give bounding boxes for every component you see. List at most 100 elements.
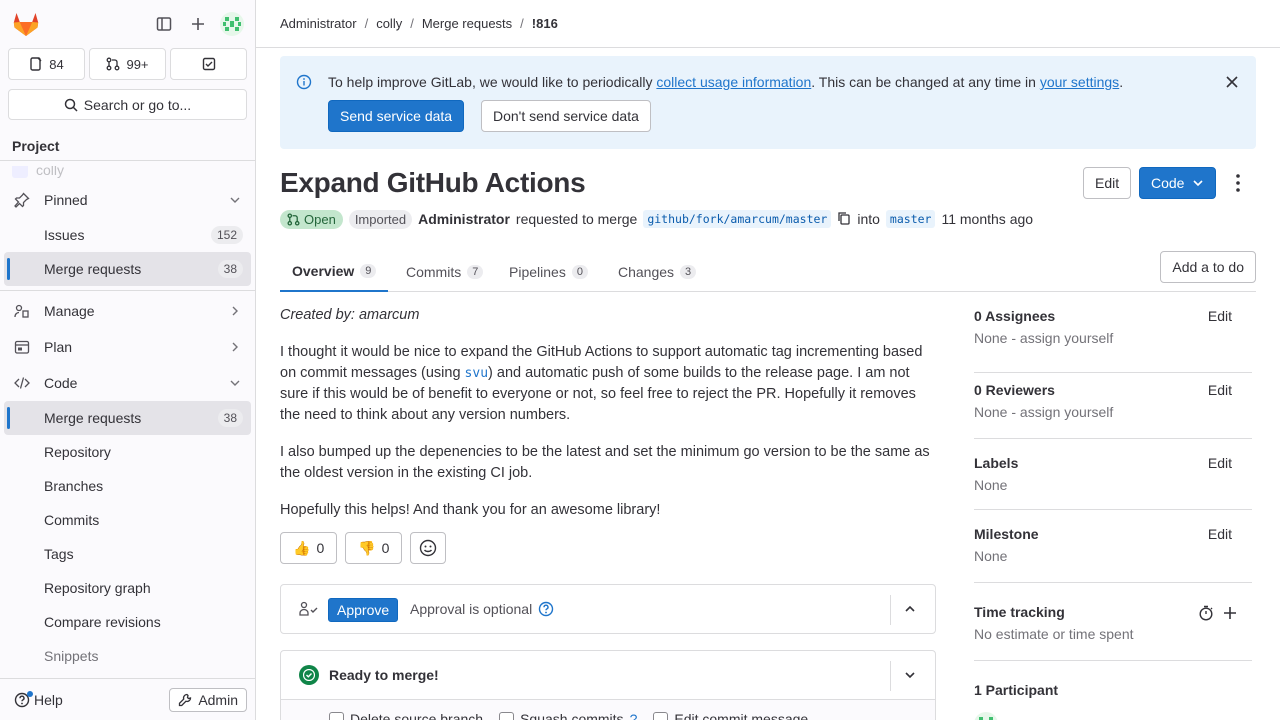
milestone-section: Milestone None Edit bbox=[974, 510, 1252, 583]
copy-icon[interactable] bbox=[837, 211, 851, 228]
edit-milestone-button[interactable]: Edit bbox=[1208, 526, 1232, 542]
usage-banner: To help improve GitLab, we would like to… bbox=[280, 56, 1256, 149]
sidebar-item-commits[interactable]: Commits bbox=[4, 503, 251, 537]
assign-yourself-link[interactable]: None - assign yourself bbox=[974, 330, 1252, 346]
search-icon bbox=[64, 98, 78, 112]
participant-avatar[interactable] bbox=[974, 712, 1252, 720]
admin-button[interactable]: Admin bbox=[169, 687, 247, 712]
reviewers-section: 0 Reviewers None - assign yourself Edit bbox=[974, 373, 1252, 439]
merge-requests-counter[interactable]: 99+ bbox=[89, 48, 166, 80]
avatar[interactable] bbox=[217, 8, 247, 40]
pin-icon bbox=[14, 192, 30, 208]
thumbs-up-button[interactable]: 👍 0 bbox=[280, 532, 338, 564]
page-title: Expand GitHub Actions bbox=[280, 167, 586, 198]
merge-requests-badge: 38 bbox=[217, 409, 243, 427]
sidebar-item-repository-graph[interactable]: Repository graph bbox=[4, 571, 251, 605]
sidebar-item-tags[interactable]: Tags bbox=[4, 537, 251, 571]
sidebar-item-snippets[interactable]: Snippets bbox=[4, 639, 251, 673]
breadcrumb-item-merge-requests[interactable]: Merge requests bbox=[422, 16, 512, 31]
todo-counter[interactable] bbox=[170, 48, 247, 80]
tab-overview[interactable]: Overview 9 bbox=[280, 252, 389, 292]
into-text: into bbox=[857, 211, 880, 227]
description-paragraph-3: Hopefully this helps! And thank you for … bbox=[280, 502, 661, 518]
edit-button[interactable]: Edit bbox=[1083, 167, 1132, 199]
plus-icon[interactable] bbox=[1222, 605, 1238, 624]
sidebar-item-code[interactable]: Code bbox=[4, 365, 251, 401]
code-dropdown-button[interactable]: Code bbox=[1139, 167, 1217, 199]
chevron-down-icon[interactable] bbox=[903, 668, 917, 685]
sidebar-item-compare-revisions[interactable]: Compare revisions bbox=[4, 605, 251, 639]
add-todo-button[interactable]: Add a to do bbox=[1160, 251, 1256, 283]
edit-reviewers-button[interactable]: Edit bbox=[1208, 382, 1232, 398]
svu-link[interactable]: svu bbox=[465, 366, 488, 381]
squash-commits-checkbox[interactable]: Squash commits? bbox=[499, 711, 637, 720]
thumbs-down-button[interactable]: 👎 0 bbox=[345, 532, 403, 564]
labels-section: Labels None Edit bbox=[974, 439, 1252, 510]
reactions: 👍 0 👎 0 bbox=[280, 532, 447, 564]
close-icon[interactable] bbox=[1224, 74, 1240, 93]
breadcrumb-item-administrator[interactable]: Administrator bbox=[280, 16, 357, 31]
tab-changes[interactable]: Changes 3 bbox=[606, 252, 708, 292]
help-icon[interactable]: ? bbox=[630, 711, 638, 720]
status-badge: Open bbox=[280, 209, 343, 229]
mr-meta: Open Imported Administrator requested to… bbox=[280, 208, 1033, 230]
participants-section: 1 Participant bbox=[974, 661, 1252, 720]
breadcrumb-item-colly[interactable]: colly bbox=[376, 16, 402, 31]
smiley-icon bbox=[420, 539, 437, 557]
target-branch[interactable]: master bbox=[885, 210, 936, 228]
todo-icon bbox=[202, 57, 215, 71]
success-check-icon bbox=[299, 665, 319, 685]
chevron-down-icon bbox=[227, 375, 243, 391]
sidebar-item-merge-requests[interactable]: Merge requests 38 bbox=[4, 401, 251, 435]
gitlab-logo-icon[interactable] bbox=[10, 8, 42, 40]
author-link[interactable]: Administrator bbox=[418, 211, 510, 227]
ready-to-merge-text: Ready to merge! bbox=[329, 667, 439, 683]
created-by: Created by: amarcum bbox=[280, 307, 420, 323]
send-service-data-button[interactable]: Send service data bbox=[328, 100, 465, 132]
right-sidebar: 0 Assignees None - assign yourself Edit … bbox=[974, 300, 1252, 720]
sidebar-item-issues[interactable]: Issues 152 bbox=[4, 218, 251, 252]
sidebar-item-plan[interactable]: Plan bbox=[4, 329, 251, 365]
requested-text: requested to merge bbox=[515, 211, 638, 227]
tab-commits[interactable]: Commits 7 bbox=[394, 252, 495, 292]
approve-button[interactable]: Approve bbox=[328, 598, 399, 622]
imported-badge: Imported bbox=[348, 209, 413, 229]
sidebar-item-merge-requests-pinned[interactable]: Merge requests 38 bbox=[4, 252, 251, 286]
issues-count: 84 bbox=[49, 56, 64, 72]
edit-labels-button[interactable]: Edit bbox=[1208, 455, 1232, 471]
dont-send-service-data-button[interactable]: Don't send service data bbox=[481, 100, 651, 132]
issues-badge: 152 bbox=[210, 226, 243, 244]
stopwatch-icon[interactable] bbox=[1198, 605, 1214, 624]
approval-icon bbox=[299, 601, 319, 620]
plus-icon[interactable] bbox=[183, 8, 213, 40]
your-settings-link[interactable]: your settings bbox=[1040, 74, 1119, 90]
tab-pipelines[interactable]: Pipelines 0 bbox=[497, 252, 600, 292]
sidebar-item-branches[interactable]: Branches bbox=[4, 469, 251, 503]
calendar-icon bbox=[14, 339, 30, 355]
mr-tabs: Overview 9 Commits 7 Pipelines 0 Changes 3 bbox=[280, 252, 1256, 292]
add-reaction-button[interactable] bbox=[410, 532, 447, 564]
sidebar-toggle-icon[interactable] bbox=[149, 8, 179, 40]
more-actions-icon[interactable] bbox=[1230, 172, 1246, 197]
search-button[interactable]: Search or go to... bbox=[8, 89, 247, 120]
delete-source-branch-checkbox[interactable]: Delete source branch bbox=[329, 711, 483, 720]
collect-usage-link[interactable]: collect usage information bbox=[656, 74, 811, 90]
chevron-up-icon[interactable] bbox=[903, 602, 917, 619]
issues-counter[interactable]: 84 bbox=[8, 48, 85, 80]
assign-yourself-reviewer-link[interactable]: None - assign yourself bbox=[974, 404, 1252, 420]
help-icon[interactable] bbox=[538, 601, 554, 617]
created-time: 11 months ago bbox=[941, 211, 1034, 227]
sidebar-item-repository[interactable]: Repository bbox=[4, 435, 251, 469]
issues-icon bbox=[30, 57, 42, 71]
chevron-right-icon bbox=[227, 303, 243, 319]
help-button[interactable]: Help bbox=[14, 690, 63, 708]
breadcrumb-item-current[interactable]: !816 bbox=[532, 16, 558, 31]
sidebar-item-pinned[interactable]: Pinned bbox=[4, 182, 251, 218]
edit-assignees-button[interactable]: Edit bbox=[1208, 308, 1232, 324]
merge-panel: Ready to merge! Delete source branch Squ… bbox=[280, 650, 936, 720]
source-branch[interactable]: github/fork/amarcum/master bbox=[643, 210, 832, 228]
sidebar-item-manage[interactable]: Manage bbox=[4, 293, 251, 329]
description-paragraph-1: I thought it would be nice to expand the… bbox=[280, 344, 923, 423]
chevron-down-icon bbox=[1193, 180, 1204, 187]
edit-commit-message-checkbox[interactable]: Edit commit message bbox=[653, 711, 808, 720]
